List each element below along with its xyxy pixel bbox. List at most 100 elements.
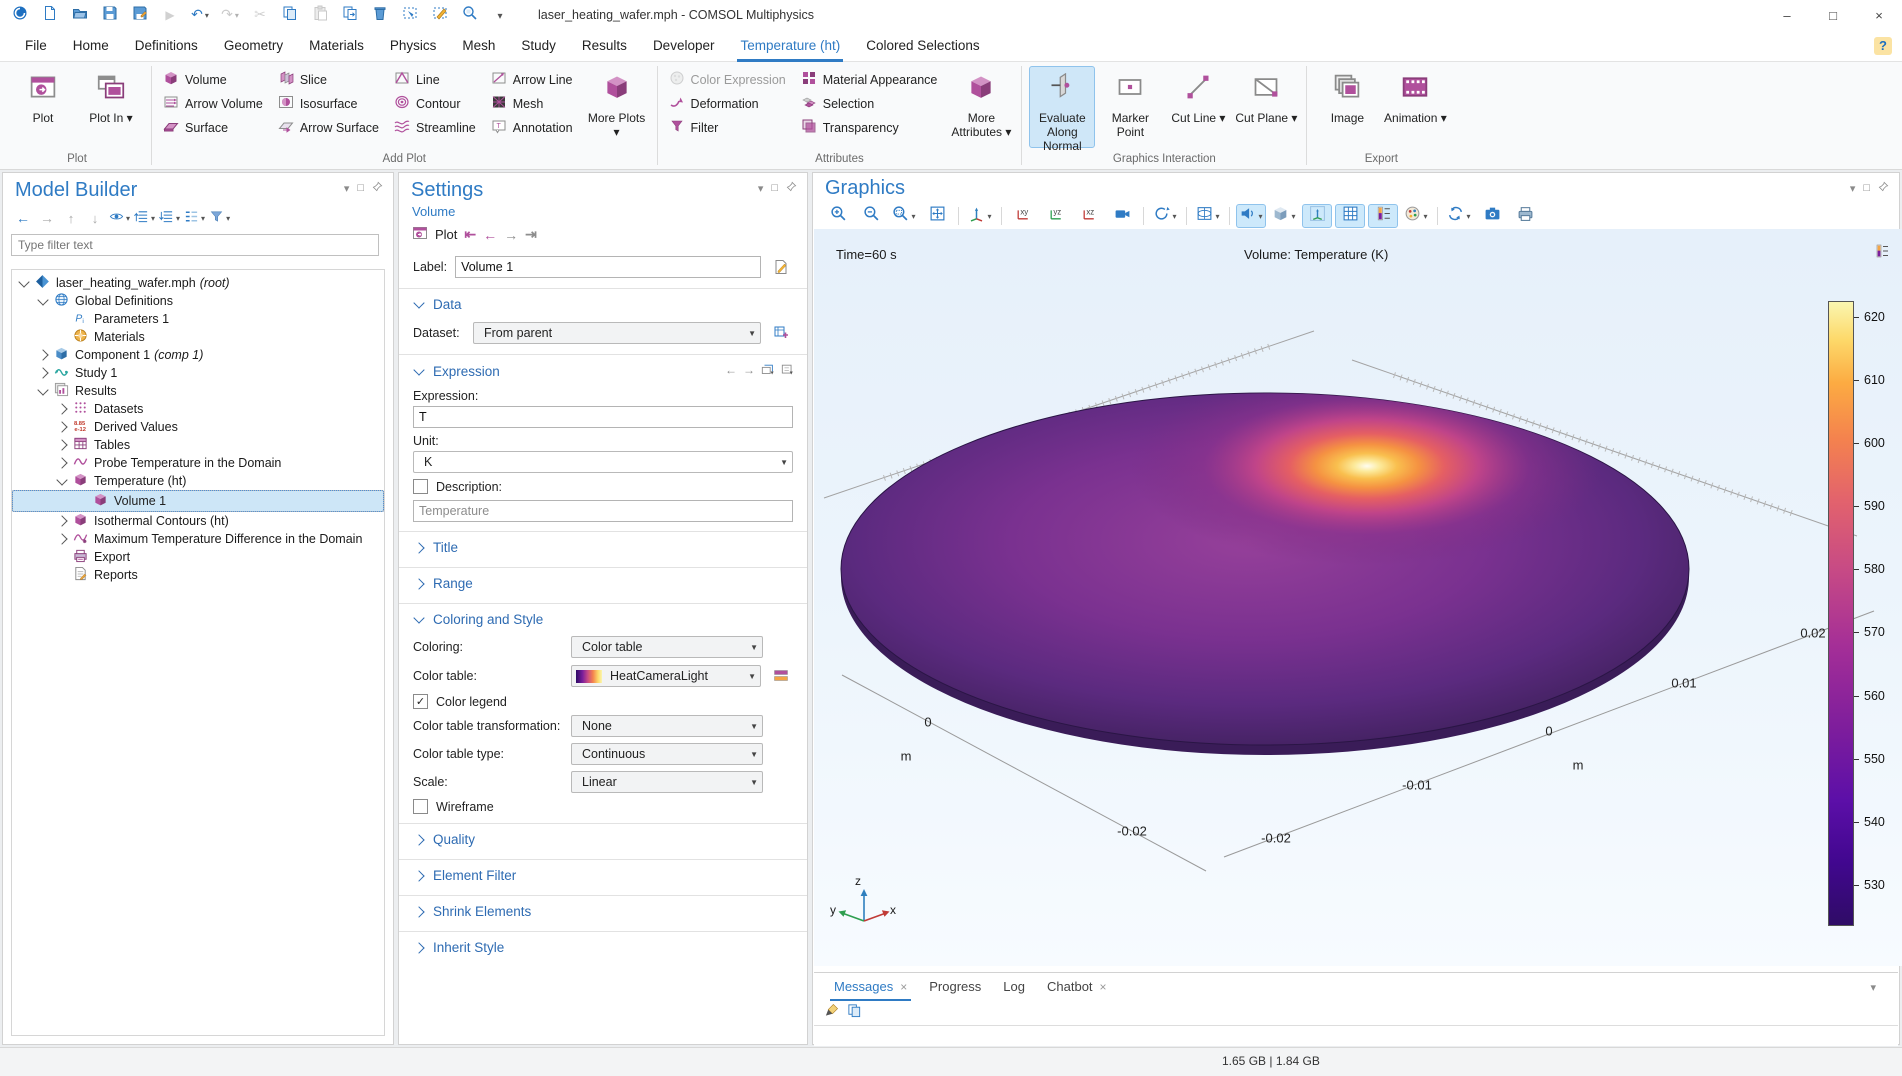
scene-settings-button[interactable]: ▾ xyxy=(1193,204,1223,228)
expander-icon[interactable] xyxy=(56,439,67,450)
tree-node-isothermal-contours-ht-[interactable]: Isothermal Contours (ht) xyxy=(12,512,384,530)
streamline-button[interactable]: Streamline xyxy=(390,116,485,139)
customize-toolbar-button[interactable]: ▾ xyxy=(488,4,512,26)
section-element-filter[interactable]: Element Filter xyxy=(399,859,807,889)
chevron-down-icon[interactable]: ▾ xyxy=(1850,182,1856,195)
expander-icon[interactable] xyxy=(56,403,67,414)
clear-selection-button[interactable] xyxy=(428,4,452,26)
expander-icon[interactable] xyxy=(56,474,67,485)
close-icon[interactable]: × xyxy=(1100,973,1107,1001)
move-up-button[interactable]: ↑ xyxy=(61,208,81,228)
coloring-select[interactable]: Color table▼ xyxy=(571,636,763,658)
show-button[interactable]: ▾ xyxy=(109,208,130,228)
menu-tab-results[interactable]: Results xyxy=(569,30,640,62)
minimize-button[interactable]: – xyxy=(1764,0,1810,30)
save-as-button[interactable] xyxy=(128,4,152,26)
animation-button[interactable]: Animation ▾ xyxy=(1382,66,1448,148)
description-input[interactable] xyxy=(413,500,793,522)
view-xy-button[interactable]: xy xyxy=(1008,204,1038,228)
help-icon[interactable]: ? xyxy=(1874,37,1892,55)
arrow-line-button[interactable]: Arrow Line xyxy=(487,68,582,91)
collapse-all-button[interactable]: ▾ xyxy=(134,208,155,228)
color-theme-button[interactable]: ▾ xyxy=(1401,204,1431,228)
tab-chatbot[interactable]: Chatbot× xyxy=(1037,973,1117,1001)
tree-node-results[interactable]: Results xyxy=(12,382,384,400)
menu-tab-materials[interactable]: Materials xyxy=(296,30,377,62)
next-expression-icon[interactable]: → xyxy=(743,363,755,380)
redo-button[interactable]: ↷▾ xyxy=(218,4,242,26)
tree-node-datasets[interactable]: Datasets xyxy=(12,400,384,418)
expander-icon[interactable] xyxy=(37,294,48,305)
deformation-button[interactable]: Deformation xyxy=(665,92,795,115)
menu-tab-physics[interactable]: Physics xyxy=(377,30,450,62)
marker-point-button[interactable]: Marker Point xyxy=(1097,66,1163,148)
tree-node-parameters-1[interactable]: PiParameters 1 xyxy=(12,310,384,328)
duplicate-button[interactable] xyxy=(338,4,362,26)
tree-node-probe-temperature-in-the-domain[interactable]: Probe Temperature in the Domain xyxy=(12,454,384,472)
slice-button[interactable]: Slice xyxy=(274,68,388,91)
expander-icon[interactable] xyxy=(37,349,48,360)
model-tree-node-text-button[interactable]: ▾ xyxy=(184,208,205,228)
tree-node-derived-values[interactable]: 8.85e-12Derived Values xyxy=(12,418,384,436)
open-file-button[interactable] xyxy=(68,4,92,26)
print-button[interactable] xyxy=(1510,204,1540,228)
section-inherit-style[interactable]: Inherit Style xyxy=(399,931,807,961)
close-button[interactable]: × xyxy=(1856,0,1902,30)
zoom-in-button[interactable] xyxy=(823,204,853,228)
section-coloring-style[interactable]: Coloring and Style xyxy=(399,603,807,633)
color-table-select[interactable]: HeatCameraLight▼ xyxy=(571,665,761,687)
go-to-source-icon[interactable] xyxy=(769,321,793,345)
snapshot-button[interactable] xyxy=(1477,204,1507,228)
plot-last-icon[interactable]: ⇥ xyxy=(525,226,537,243)
scene-camera-button[interactable] xyxy=(1107,204,1137,228)
more-plots-button[interactable]: More Plots ▾ xyxy=(584,66,650,148)
section-quality[interactable]: Quality xyxy=(399,823,807,853)
cut-line-button[interactable]: Cut Line ▾ xyxy=(1165,66,1231,148)
run-button[interactable]: ▶ xyxy=(158,4,182,26)
menu-tab-definitions[interactable]: Definitions xyxy=(122,30,211,62)
pin-icon[interactable] xyxy=(1878,181,1889,195)
menu-tab-home[interactable]: Home xyxy=(60,30,122,62)
float-icon[interactable]: □ xyxy=(357,182,364,194)
cut-button[interactable]: ✂ xyxy=(248,4,272,26)
label-input[interactable] xyxy=(455,256,761,278)
delete-button[interactable] xyxy=(368,4,392,26)
pin-icon[interactable] xyxy=(786,181,797,195)
tree-node-export[interactable]: Export xyxy=(12,548,384,566)
rotate-button[interactable]: ▾ xyxy=(1150,204,1180,228)
nav-back-button[interactable]: ← xyxy=(13,208,33,228)
surface-button[interactable]: Surface xyxy=(159,116,272,139)
arrow-volume-button[interactable]: Arrow Volume xyxy=(159,92,272,115)
tab-log[interactable]: Log xyxy=(993,973,1035,1001)
plot-first-icon[interactable]: ⇤ xyxy=(464,226,476,243)
tree-node-maximum-temperature-difference-in-the-domain[interactable]: Maximum Temperature Difference in the Do… xyxy=(12,530,384,548)
prev-expression-icon[interactable]: ← xyxy=(725,363,737,380)
color-table-browser-icon[interactable] xyxy=(769,664,793,688)
scale-select[interactable]: Linear▼ xyxy=(571,771,763,793)
chevron-down-icon[interactable]: ▾ xyxy=(758,182,764,195)
expander-icon[interactable] xyxy=(56,457,67,468)
mesh-button[interactable]: Mesh xyxy=(487,92,582,115)
rename-icon[interactable] xyxy=(769,255,793,279)
chevron-down-icon[interactable]: ▾ xyxy=(344,182,350,195)
update-plot-button[interactable]: ▾ xyxy=(1444,204,1474,228)
close-icon[interactable]: × xyxy=(900,973,907,1001)
transformation-select[interactable]: None▼ xyxy=(571,715,763,737)
menu-tab-geometry[interactable]: Geometry xyxy=(211,30,296,62)
transparency-button[interactable]: Transparency xyxy=(797,116,947,139)
line-button[interactable]: Line xyxy=(390,68,485,91)
zoom-out-button[interactable] xyxy=(856,204,886,228)
tree-node-laser-heating-wafer-mph[interactable]: laser_heating_wafer.mph(root) xyxy=(12,274,384,292)
save-file-button[interactable] xyxy=(98,4,122,26)
unit-select[interactable]: K▼ xyxy=(413,451,793,473)
float-icon[interactable]: □ xyxy=(1863,182,1870,194)
section-shrink-elements[interactable]: Shrink Elements xyxy=(399,895,807,925)
section-range[interactable]: Range xyxy=(399,567,807,597)
plot-next-icon[interactable]: → xyxy=(504,227,518,243)
more-attributes-button[interactable]: More Attributes ▾ xyxy=(948,66,1014,148)
menu-tab-temperature-ht-[interactable]: Temperature (ht) xyxy=(727,30,853,62)
expander-icon[interactable] xyxy=(37,384,48,395)
expander-icon[interactable] xyxy=(56,515,67,526)
replace-expression-icon[interactable]: ▾ xyxy=(761,363,775,380)
menu-tab-developer[interactable]: Developer xyxy=(640,30,728,62)
